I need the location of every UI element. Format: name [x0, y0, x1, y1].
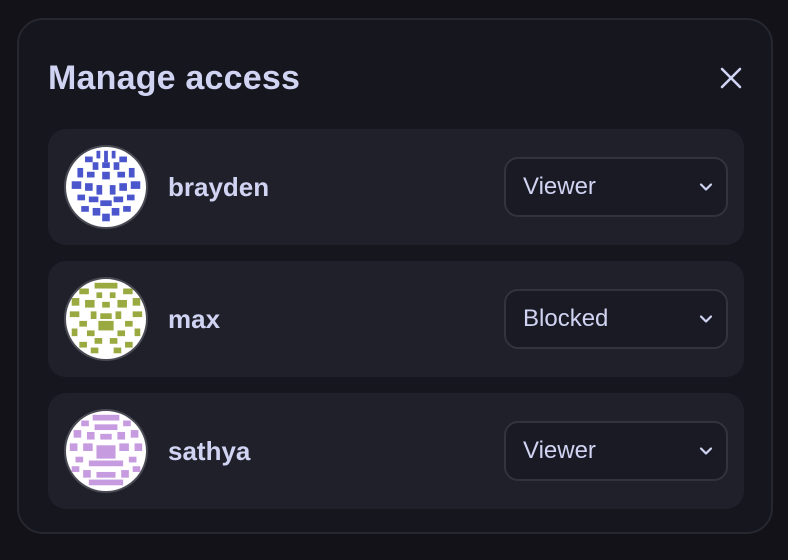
role-value: Viewer — [523, 173, 596, 200]
avatar — [64, 277, 148, 361]
identicon-avatar-brayden — [71, 150, 141, 222]
username: sathya — [168, 436, 251, 466]
close-icon — [720, 67, 742, 89]
avatar — [64, 145, 148, 229]
chevron-down-icon — [699, 183, 713, 191]
user-access-list: brayden Viewer max Blocked sathya Viewer — [48, 129, 744, 525]
dialog-header: Manage access — [48, 58, 742, 98]
role-select[interactable]: Viewer — [504, 157, 728, 217]
chevron-down-icon — [699, 315, 713, 323]
identicon-avatar-sathya — [69, 414, 143, 486]
chevron-down-icon — [699, 447, 713, 455]
username: max — [168, 304, 221, 334]
dialog-title: Manage access — [48, 59, 301, 97]
user-row-max: max Blocked — [48, 261, 744, 377]
user-row-sathya: sathya Viewer — [48, 393, 744, 509]
identicon-avatar-max — [69, 282, 143, 354]
manage-access-dialog: Manage access brayden Viewer max Blocked… — [17, 18, 773, 534]
role-value: Blocked — [523, 305, 609, 332]
avatar — [64, 409, 148, 493]
user-row-brayden: brayden Viewer — [48, 129, 744, 245]
role-select[interactable]: Viewer — [504, 421, 728, 481]
role-select[interactable]: Blocked — [504, 289, 728, 349]
close-button[interactable] — [715, 62, 747, 94]
username: brayden — [168, 172, 270, 202]
role-value: Viewer — [523, 437, 596, 464]
